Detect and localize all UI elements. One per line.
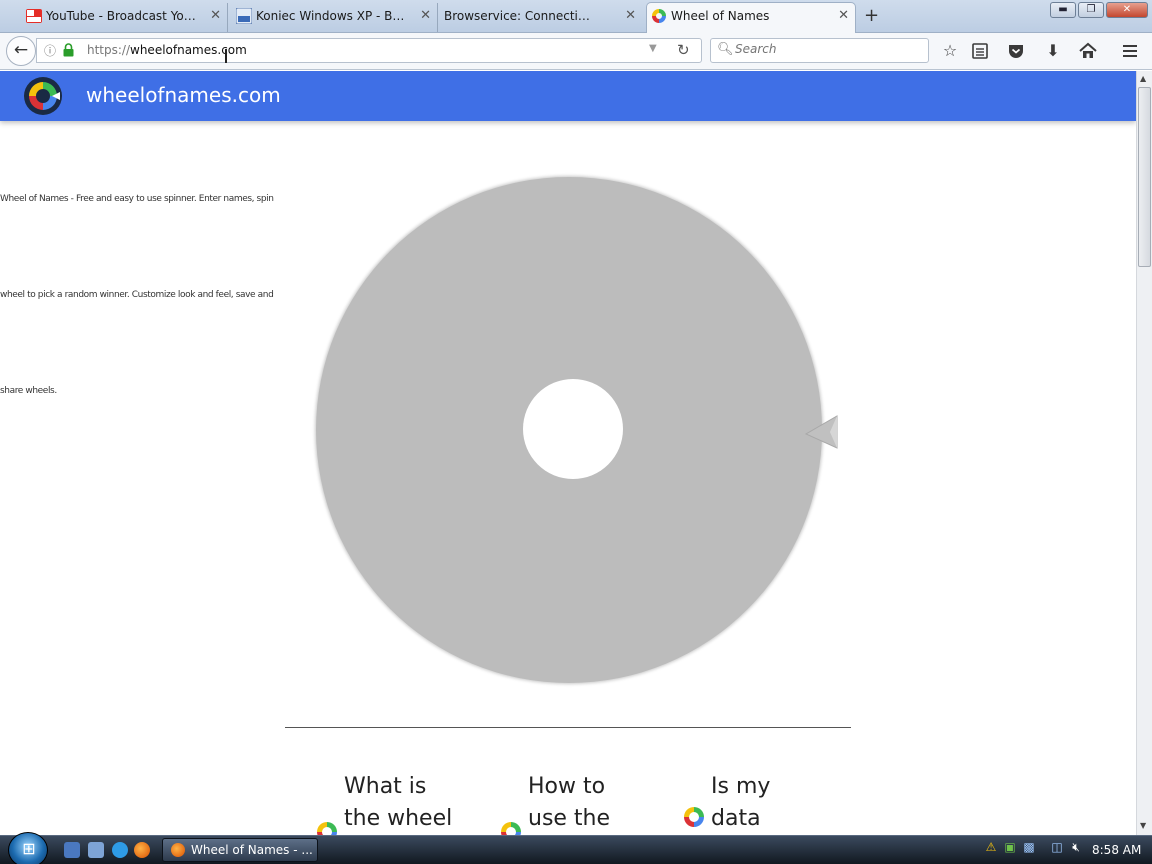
url-dropdown-icon[interactable]: ▼ [649,43,657,54]
downloads-icon[interactable]: ⬇︎ [1043,41,1063,60]
site-title[interactable]: wheelofnames.com [86,83,281,107]
windows-logo-icon: ⊞ [22,839,36,858]
taskbar-window-button[interactable]: Wheel of Names - ... [162,838,318,862]
tab-label: Wheel of Names [671,9,770,23]
spinner-wheel[interactable] [310,175,850,687]
faq-logo-icon [501,822,521,835]
faq-title-line: What is [344,774,427,799]
taskbar-clock[interactable]: 8:58 AM [1092,843,1141,857]
faq-item-what-is[interactable]: What is the wheel [344,771,452,835]
tab-label: Koniec Windows XP - BitVi... [256,9,406,23]
network-status-icon[interactable]: ▩ [1021,839,1037,855]
scrollbar-thumb[interactable] [1138,87,1151,267]
bookmark-star-icon[interactable]: ☆ [940,41,960,60]
switch-windows-icon[interactable] [88,842,104,858]
tab-close-icon[interactable]: ✕ [210,3,221,29]
windows-taskbar: ⊞ Wheel of Names - ... ⚠ ▣ ▩ ◫ 🔇︎ 8:58 A… [0,832,1152,864]
system-tray: ⚠ ▣ ▩ ◫ 🔇︎ [983,839,1084,855]
menu-icon[interactable] [1121,42,1139,60]
tab-label: YouTube - Broadcast Your... [46,9,196,23]
faq-title-line: the wheel [344,806,453,831]
pocket-icon[interactable] [1007,42,1025,60]
tab-browservice[interactable]: Browservice: Connection lost ✕ [420,3,642,32]
bookmarks-menu-icon[interactable] [971,42,989,60]
faq-title-line: How to [528,774,606,799]
home-icon[interactable] [1079,42,1097,60]
security-alert-icon[interactable]: ⚠ [983,839,999,855]
url-text: https://wheelofnames.com [87,43,247,57]
close-window-button[interactable]: ✕ [1106,2,1148,18]
show-desktop-icon[interactable] [64,842,80,858]
faq-title-line: use the [528,806,611,831]
search-icon: 🔍︎ [717,42,734,57]
site-header: wheelofnames.com [0,71,1136,121]
tab-bitvice[interactable]: Koniec Windows XP - BitVi... ✕ [232,3,438,32]
bitvice-icon [236,8,252,24]
tab-close-icon[interactable]: ✕ [625,3,636,29]
defender-icon[interactable]: ▣ [1002,839,1018,855]
internet-explorer-icon[interactable] [112,842,128,858]
minimize-button[interactable]: ▬ [1050,2,1076,18]
navigation-toolbar: ← ⓘ https://wheelofnames.com ▼ ↻ 🔍︎ ☆ ⬇︎ [0,33,1152,70]
faq-item-how-to[interactable]: How to use the [528,771,610,835]
tab-wheel-of-names[interactable]: Wheel of Names ✕ [646,2,856,33]
section-divider [285,727,851,728]
faq-logo-icon [684,807,704,827]
wheel-hub[interactable] [523,379,623,479]
vertical-scrollbar[interactable]: ▲ ▼ [1136,71,1152,835]
back-arrow-icon: ← [13,40,29,60]
restore-button[interactable]: ❐ [1078,2,1104,18]
description-line-1: Wheel of Names - Free and easy to use sp… [0,194,274,204]
tab-label: Browservice: Connection lost [444,9,594,23]
volume-muted-icon[interactable]: 🔇︎ [1068,839,1084,855]
search-input[interactable] [735,42,915,56]
tab-youtube[interactable]: YouTube - Broadcast Your... ✕ [22,3,228,32]
taskbar-window-label: Wheel of Names - ... [191,843,313,857]
text-cursor [225,49,227,63]
scroll-up-arrow-icon[interactable]: ▲ [1140,74,1146,83]
tab-strip: YouTube - Broadcast Your... ✕ Koniec Win… [0,0,1152,33]
wheel-of-names-icon [652,9,666,23]
faq-item-is-my-data[interactable]: Is my data [711,771,770,835]
tab-close-icon[interactable]: ✕ [838,3,849,29]
lock-icon[interactable] [63,43,74,57]
network-icon[interactable]: ◫ [1049,839,1065,855]
url-host: wheelofnames.com [130,43,247,57]
tray-spacer [1040,839,1046,855]
info-icon[interactable]: ⓘ [44,42,56,59]
scroll-down-arrow-icon[interactable]: ▼ [1140,821,1146,830]
description-line-3: share wheels. [0,386,57,396]
faq-logo-icon [317,822,337,835]
wheel-pointer-icon [804,415,838,449]
back-button[interactable]: ← [6,36,36,66]
faq-title-line: data [711,806,761,831]
youtube-icon [26,9,42,23]
wheel-logo-icon[interactable] [24,77,62,115]
start-button[interactable]: ⊞ [8,832,48,864]
wheel-disc[interactable] [316,177,822,683]
window-controls: ▬ ❐ ✕ [1050,2,1148,18]
url-protocol: https:// [87,43,131,57]
faq-title-line: Is my [711,774,771,799]
firefox-icon[interactable] [134,842,150,858]
search-box[interactable]: 🔍︎ [710,38,929,63]
new-tab-button[interactable]: + [864,5,879,26]
address-bar[interactable]: ⓘ https://wheelofnames.com ▼ ↻ [36,38,702,63]
firefox-icon [171,843,185,857]
description-line-2: wheel to pick a random winner. Customize… [0,290,274,300]
reload-icon[interactable]: ↻ [677,41,690,59]
page-viewport: wheelofnames.com Wheel of Names - Free a… [0,71,1136,835]
